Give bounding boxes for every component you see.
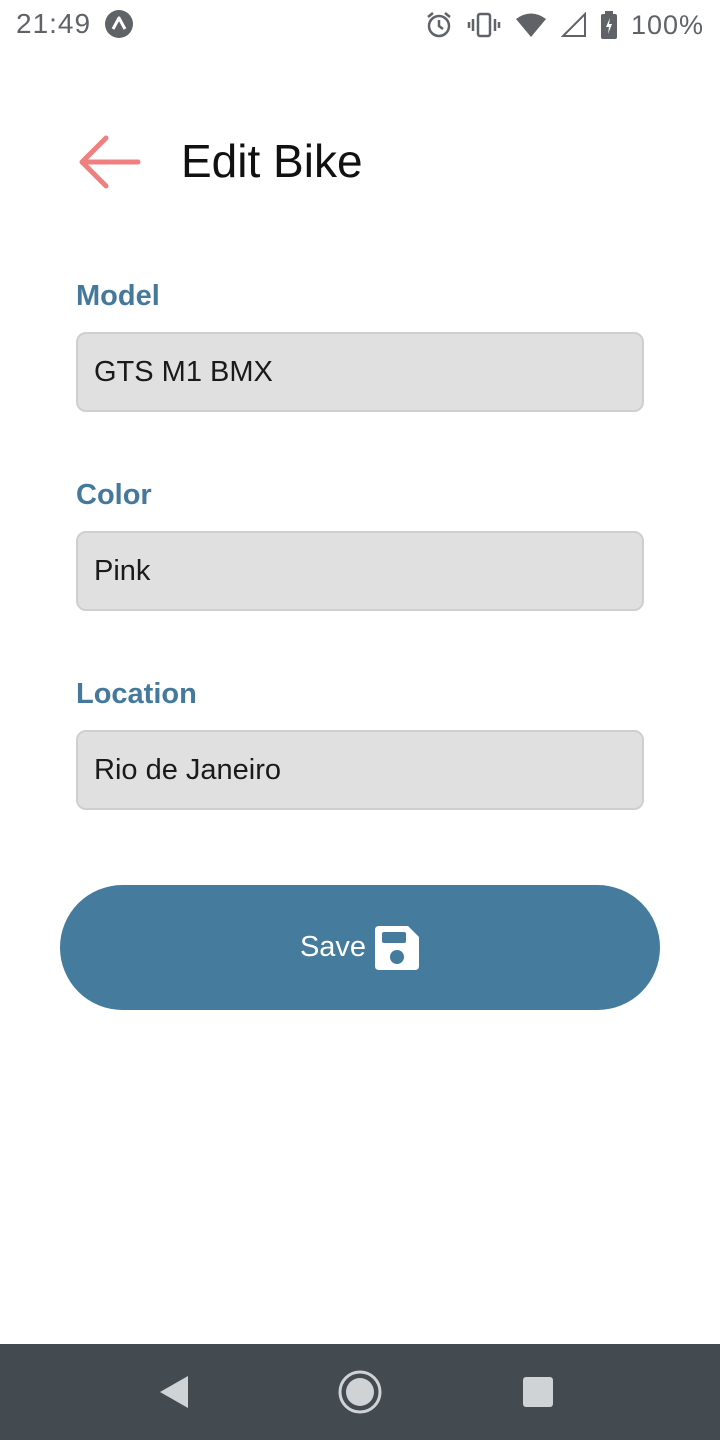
location-input[interactable] <box>76 730 644 810</box>
edit-bike-screen: 21:49 100% Edit Bike Model GTS M1 BMX Co… <box>0 0 720 1440</box>
color-input[interactable] <box>76 531 644 611</box>
navigation-bar <box>0 1344 720 1440</box>
nav-home-button[interactable] <box>336 1368 384 1416</box>
status-time: 21:49 <box>16 8 92 39</box>
header: Edit Bike <box>0 120 720 204</box>
alarm-icon <box>427 12 451 38</box>
status-icons: 100% <box>425 8 704 42</box>
back-button[interactable] <box>76 132 146 192</box>
battery-charging-icon <box>600 11 617 39</box>
wifi-icon <box>515 13 546 37</box>
save-label: Save <box>299 931 367 963</box>
nav-back-icon <box>160 1376 188 1408</box>
nav-back-button[interactable] <box>156 1368 204 1416</box>
location-field-group: Location <box>76 674 644 810</box>
nav-home-icon <box>338 1370 382 1414</box>
color-field-group: Color <box>76 475 644 611</box>
app-notification-icon <box>105 10 133 38</box>
page-title: Edit Bike <box>181 135 363 187</box>
model-field-group: Model <box>76 276 644 412</box>
nav-recents-icon <box>523 1377 553 1407</box>
battery-percentage: 100% <box>630 9 704 40</box>
location-label: Location <box>76 678 197 710</box>
model-input[interactable] <box>76 332 644 412</box>
arrow-left-icon <box>79 135 141 189</box>
status-bar: 21:49 100% <box>0 0 720 50</box>
color-label: Color <box>76 479 152 511</box>
save-button[interactable]: Save <box>60 885 660 1010</box>
model-label: Model <box>76 280 160 312</box>
vibrate-icon <box>467 12 501 38</box>
signal-icon <box>560 12 586 37</box>
floppy-disk-icon <box>375 925 420 970</box>
nav-recents-button[interactable] <box>514 1368 562 1416</box>
